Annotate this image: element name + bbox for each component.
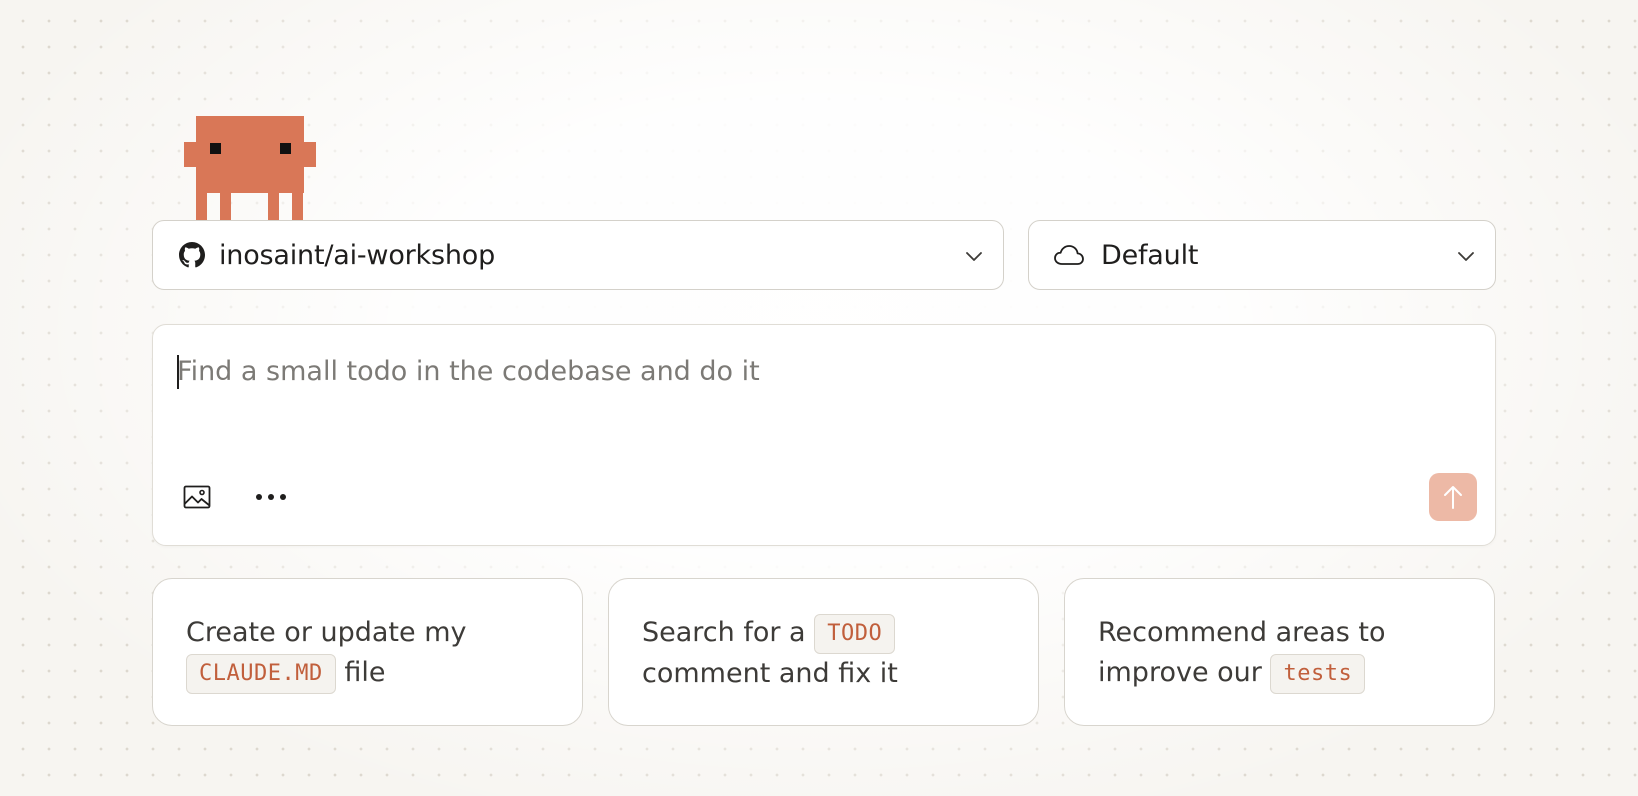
code-snippet: TODO	[814, 613, 896, 654]
arrow-up-icon	[1444, 486, 1462, 509]
suggestion-text: comment and fix it	[642, 657, 898, 689]
environment-selector[interactable]: Default	[1028, 220, 1496, 290]
cloud-icon	[1054, 245, 1084, 265]
claude-mascot-logo	[184, 116, 316, 220]
more-icon	[256, 494, 286, 500]
environment-name: Default	[1101, 239, 1199, 271]
text-cursor	[177, 355, 179, 389]
chevron-down-icon	[966, 252, 982, 261]
suggestion-card-todo[interactable]: Search for a TODO comment and fix it	[608, 578, 1039, 726]
suggestion-text: Create or update my	[186, 617, 467, 648]
prompt-box	[152, 324, 1496, 546]
code-snippet: tests	[1270, 653, 1366, 694]
repository-name: inosaint/ai-workshop	[219, 239, 496, 271]
suggestion-text: file	[344, 657, 386, 688]
suggestion-card-tests[interactable]: Recommend areas to improve our tests	[1064, 578, 1495, 726]
send-button[interactable]	[1429, 473, 1477, 521]
suggestion-text: Search for a	[642, 617, 806, 648]
repository-selector[interactable]: inosaint/ai-workshop	[152, 220, 1004, 290]
more-options-button[interactable]	[251, 477, 291, 517]
image-icon	[183, 485, 211, 509]
attach-image-button[interactable]	[177, 477, 217, 517]
code-snippet: CLAUDE.MD	[186, 653, 336, 694]
prompt-input[interactable]	[177, 351, 1467, 391]
github-icon	[179, 242, 205, 268]
chevron-down-icon	[1458, 252, 1474, 261]
suggestion-card-claude-md[interactable]: Create or update my CLAUDE.MD file	[152, 578, 583, 726]
